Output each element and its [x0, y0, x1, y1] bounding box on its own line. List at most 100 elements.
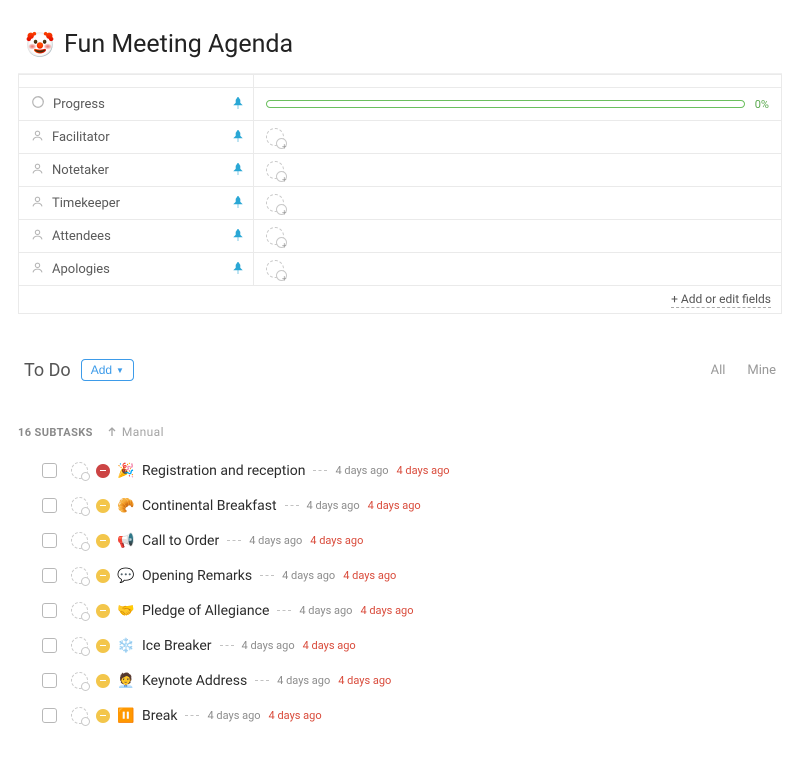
assignee-add-icon[interactable]	[71, 532, 88, 549]
pin-icon[interactable]	[233, 97, 243, 112]
subtask-title[interactable]: Continental Breakfast	[142, 498, 277, 514]
subtask-row[interactable]: 🎉Registration and reception4 days ago4 d…	[42, 453, 782, 488]
filter-all-tab[interactable]: All	[711, 363, 726, 378]
subtasks-list: 🎉 Registration and reception 4 days ago 4 d…	[18, 445, 782, 733]
page-title-row: 🤡 Fun Meeting Agenda	[18, 12, 782, 74]
subtask-emoji-icon: 🥐	[118, 498, 134, 514]
pin-icon[interactable]	[233, 262, 243, 277]
assignee-add-icon[interactable]	[71, 672, 88, 689]
person-icon	[31, 162, 44, 179]
assignee-add-icon[interactable]	[71, 707, 88, 724]
field-row[interactable]: Facilitator	[19, 120, 781, 153]
todo-title: To Do	[24, 360, 71, 381]
field-row[interactable]: Notetaker	[19, 153, 781, 186]
assignee-add-icon[interactable]	[266, 194, 284, 212]
field-label: Facilitator	[52, 130, 110, 145]
assignee-add-icon[interactable]	[71, 637, 88, 654]
subtask-row[interactable]: 🧑‍💼Keynote Address4 days ago4 days ago	[42, 663, 782, 698]
subtask-title[interactable]: Opening Remarks	[142, 568, 252, 584]
priority-status-icon[interactable]	[96, 709, 110, 723]
subtask-checkbox[interactable]	[42, 533, 57, 548]
assignee-add-icon[interactable]	[266, 260, 284, 278]
subtask-checkbox[interactable]	[42, 568, 57, 583]
subtask-created-date: 4 days ago	[242, 639, 295, 652]
subtasks-toolbar: 16 SUBTASKS Manual	[18, 381, 782, 445]
subtask-title[interactable]: Pledge of Allegiance	[142, 603, 269, 619]
add-subtask-label: Add	[91, 363, 112, 377]
subtask-due-date: 4 days ago	[368, 499, 421, 512]
subtask-checkbox[interactable]	[42, 463, 57, 478]
subtask-due-date: 4 days ago	[338, 674, 391, 687]
assignee-add-icon[interactable]	[71, 462, 88, 479]
subtask-emoji-icon: 📢	[118, 533, 134, 549]
subtask-due-date: 4 days ago	[360, 604, 413, 617]
priority-status-icon[interactable]	[96, 639, 110, 653]
page-title-emoji: 🤡	[26, 31, 54, 59]
field-row[interactable]: Timekeeper	[19, 186, 781, 219]
subtask-row[interactable]: 🤝Pledge of Allegiance4 days ago4 days ag…	[42, 593, 782, 628]
priority-status-icon[interactable]	[96, 464, 110, 478]
subtask-row[interactable]: ⏸️Break4 days ago4 days ago	[42, 698, 782, 733]
pin-icon[interactable]	[233, 130, 243, 145]
priority-status-icon[interactable]	[96, 604, 110, 618]
field-label: Progress	[53, 97, 105, 112]
field-label: Notetaker	[52, 163, 109, 178]
subtask-created-date: 4 days ago	[307, 499, 360, 512]
subtask-checkbox[interactable]	[42, 638, 57, 653]
sort-mode-button[interactable]: Manual	[107, 425, 164, 439]
priority-status-icon[interactable]	[96, 674, 110, 688]
subtask-checkbox[interactable]	[42, 498, 57, 513]
subtask-row[interactable]: 📢Call to Order4 days ago4 days ago	[42, 523, 782, 558]
subtask-emoji-icon: ❄️	[118, 638, 134, 654]
subtask-emoji-icon: ⏸️	[118, 708, 134, 724]
assignee-add-icon[interactable]	[71, 602, 88, 619]
subtask-checkbox[interactable]	[42, 708, 57, 723]
subtask-title[interactable]: Ice Breaker	[142, 638, 212, 654]
subtask-row[interactable]: 🥐 Continental Breakfast 4 days ago 4 days a…	[42, 488, 782, 523]
priority-status-icon[interactable]	[96, 569, 110, 583]
pin-icon[interactable]	[233, 163, 243, 178]
subtask-title[interactable]: Registration and reception	[142, 463, 305, 479]
subtask-due-date: 4 days ago	[269, 709, 322, 722]
subtask-emoji-icon: 🧑‍💼	[118, 673, 134, 689]
subtask-checkbox[interactable]	[42, 673, 57, 688]
filter-mine-tab[interactable]: Mine	[747, 363, 776, 378]
field-row[interactable]: Attendees	[19, 219, 781, 252]
subtask-row[interactable]: 💬Opening Remarks4 days ago4 days ago	[42, 558, 782, 593]
field-label: Attendees	[52, 229, 111, 244]
assignee-add-icon[interactable]	[266, 161, 284, 179]
subtask-emoji-icon: 🎉	[118, 463, 134, 479]
person-icon	[31, 129, 44, 146]
assignee-add-icon[interactable]	[71, 567, 88, 584]
subtask-title[interactable]: Break	[142, 708, 177, 724]
divider-icon	[255, 680, 269, 681]
add-edit-fields-link[interactable]: + Add or edit fields	[671, 292, 771, 308]
progress-bar[interactable]: 0%	[266, 98, 769, 111]
page-title: Fun Meeting Agenda	[64, 30, 293, 59]
divider-icon	[285, 505, 299, 506]
pin-icon[interactable]	[233, 196, 243, 211]
assignee-add-icon[interactable]	[266, 227, 284, 245]
priority-status-icon[interactable]	[96, 534, 110, 548]
subtask-row[interactable]: ❄️ Ice Breaker 4 days ago 4 days ago	[42, 628, 782, 663]
field-row[interactable]: Progress 0%	[19, 87, 781, 120]
subtasks-count: 16 SUBTASKS	[18, 426, 93, 439]
field-row-truncated	[19, 74, 781, 87]
subtask-title[interactable]: Keynote Address	[142, 673, 247, 689]
subtask-title[interactable]: Call to Order	[142, 533, 219, 549]
field-label: Timekeeper	[52, 196, 120, 211]
subtask-checkbox[interactable]	[42, 603, 57, 618]
pin-icon[interactable]	[233, 229, 243, 244]
assignee-add-icon[interactable]	[71, 497, 88, 514]
assignee-add-icon[interactable]	[266, 128, 284, 146]
priority-status-icon[interactable]	[96, 499, 110, 513]
subtask-created-date: 4 days ago	[299, 604, 352, 617]
divider-icon	[185, 715, 199, 716]
add-subtask-button[interactable]: Add ▼	[81, 359, 134, 381]
chevron-down-icon: ▼	[116, 366, 124, 375]
field-row[interactable]: Apologies	[19, 252, 781, 285]
sort-mode-label: Manual	[122, 425, 164, 439]
subtask-due-date: 4 days ago	[303, 639, 356, 652]
divider-icon	[313, 470, 327, 471]
add-edit-fields-row: + Add or edit fields	[19, 285, 781, 313]
